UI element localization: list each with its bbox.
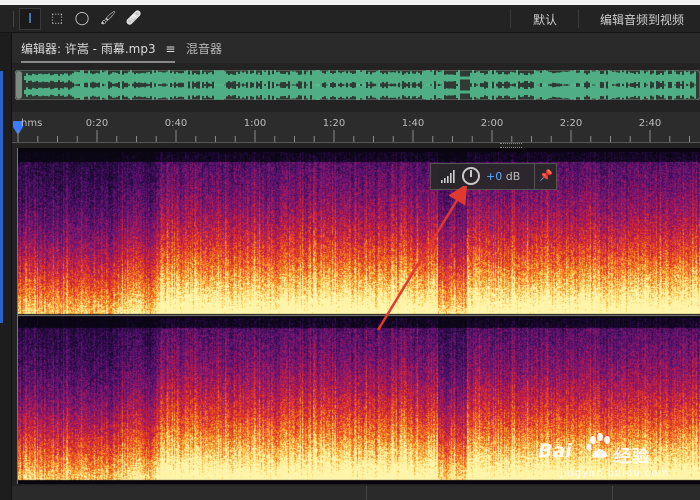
baidu-jingyan-watermark: Bai 经验 jingyan.baidu.com bbox=[532, 430, 700, 490]
marquee-selection-icon: ⬚ bbox=[50, 10, 64, 26]
panel-focus-edge bbox=[0, 71, 3, 323]
toolbar-separator bbox=[13, 11, 14, 27]
volume-knob-icon[interactable] bbox=[462, 167, 480, 185]
bottom-bar-divider bbox=[366, 486, 367, 500]
watermark-product: 经验 bbox=[614, 447, 650, 467]
left-panel bbox=[0, 33, 12, 500]
waveform-overview[interactable] bbox=[15, 70, 700, 100]
gain-unit: dB bbox=[505, 170, 521, 183]
time-selection-tool-button[interactable]: I bbox=[19, 8, 41, 30]
workspace-edit-audio-to-video[interactable]: 编辑音频到视频 bbox=[600, 11, 684, 28]
workspace-divider bbox=[578, 9, 579, 28]
watermark-url: jingyan.baidu.com bbox=[560, 468, 670, 479]
panel-menu-icon[interactable]: ≡ bbox=[165, 42, 175, 56]
gain-readout[interactable]: +0 dB bbox=[486, 170, 520, 183]
waveform-overview-graphic bbox=[15, 70, 700, 100]
time-ruler[interactable]: hms 0:20 0:40 1:00 1:20 1:40 2:00 2:20 2… bbox=[12, 112, 700, 143]
ruler-ticks bbox=[17, 130, 690, 142]
tab-mixer[interactable]: 混音器 bbox=[186, 40, 222, 57]
hud-divider bbox=[534, 164, 535, 189]
bandage-icon: 🩹 bbox=[125, 10, 143, 26]
workspace-divider bbox=[510, 9, 511, 28]
pin-icon[interactable]: 📌 bbox=[539, 169, 553, 182]
gain-value: +0 bbox=[486, 170, 503, 183]
lasso-icon: ◯ bbox=[74, 10, 90, 26]
paw-logo-icon bbox=[586, 433, 610, 458]
tab-editor[interactable]: 编辑器: 许嵩 - 雨幕.mp3 ≡ bbox=[21, 40, 176, 63]
marquee-selection-tool-button[interactable]: ⬚ bbox=[47, 8, 67, 28]
paintbrush-selection-tool-button[interactable]: 🖌 bbox=[98, 8, 118, 28]
annotation-arrow bbox=[376, 186, 468, 331]
panel-tab-bar: 编辑器: 许嵩 - 雨幕.mp3 ≡ 混音器 bbox=[12, 33, 700, 63]
signal-bars-icon bbox=[441, 170, 455, 183]
tab-editor-label: 编辑器: 许嵩 - 雨幕.mp3 bbox=[21, 42, 156, 56]
time-selection-icon: I bbox=[28, 11, 32, 27]
toolbar: I ⬚ ◯ 🖌 🩹 默认 编辑音频到视频 bbox=[0, 5, 700, 33]
workspace-default[interactable]: 默认 bbox=[533, 11, 557, 28]
paintbrush-icon: 🖌 bbox=[99, 10, 117, 26]
watermark-brand: Bai bbox=[538, 440, 572, 462]
spot-healing-brush-tool-button[interactable]: 🩹 bbox=[124, 8, 144, 28]
lasso-selection-tool-button[interactable]: ◯ bbox=[72, 8, 92, 28]
